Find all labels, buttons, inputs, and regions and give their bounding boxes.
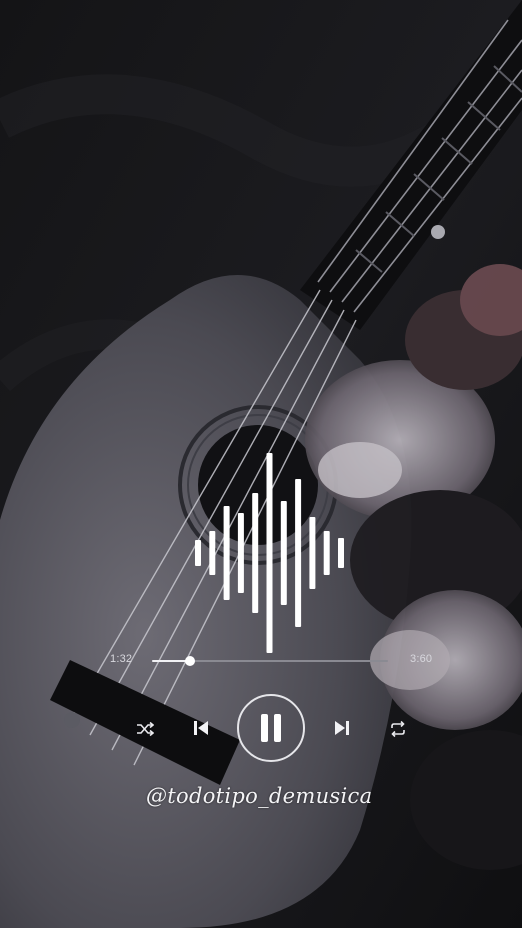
skip-next-icon — [335, 721, 349, 735]
waveform-bar — [295, 479, 302, 627]
waveform-bar — [252, 493, 259, 613]
previous-track-button[interactable] — [190, 716, 212, 740]
progress-scrubber-handle[interactable] — [184, 656, 195, 666]
waveform-bar — [223, 506, 230, 600]
total-duration: 3:60 — [410, 653, 433, 665]
progress-bar[interactable] — [152, 656, 388, 666]
skip-previous-icon — [194, 721, 208, 735]
waveform-bar — [309, 517, 316, 589]
waveform-bar — [195, 540, 201, 566]
watermark-handle: @todotipo_demusica — [146, 784, 373, 808]
pause-icon — [261, 714, 281, 742]
waveform-bar — [280, 501, 287, 605]
repeat-button[interactable] — [386, 717, 410, 741]
waveform-bar — [209, 531, 216, 575]
elapsed-time: 1:32 — [110, 653, 133, 665]
shuffle-button[interactable] — [133, 717, 157, 741]
waveform-bar — [266, 453, 273, 653]
waveform-bar — [237, 513, 244, 593]
pause-button[interactable] — [237, 694, 305, 762]
next-track-button[interactable] — [331, 716, 353, 740]
waveform-bar — [323, 531, 330, 575]
waveform-bar — [338, 538, 344, 568]
repeat-icon — [391, 720, 405, 738]
music-player-screen: 1:32 3:60 @todotipo_demusica — [0, 0, 522, 928]
shuffle-icon — [137, 721, 154, 737]
